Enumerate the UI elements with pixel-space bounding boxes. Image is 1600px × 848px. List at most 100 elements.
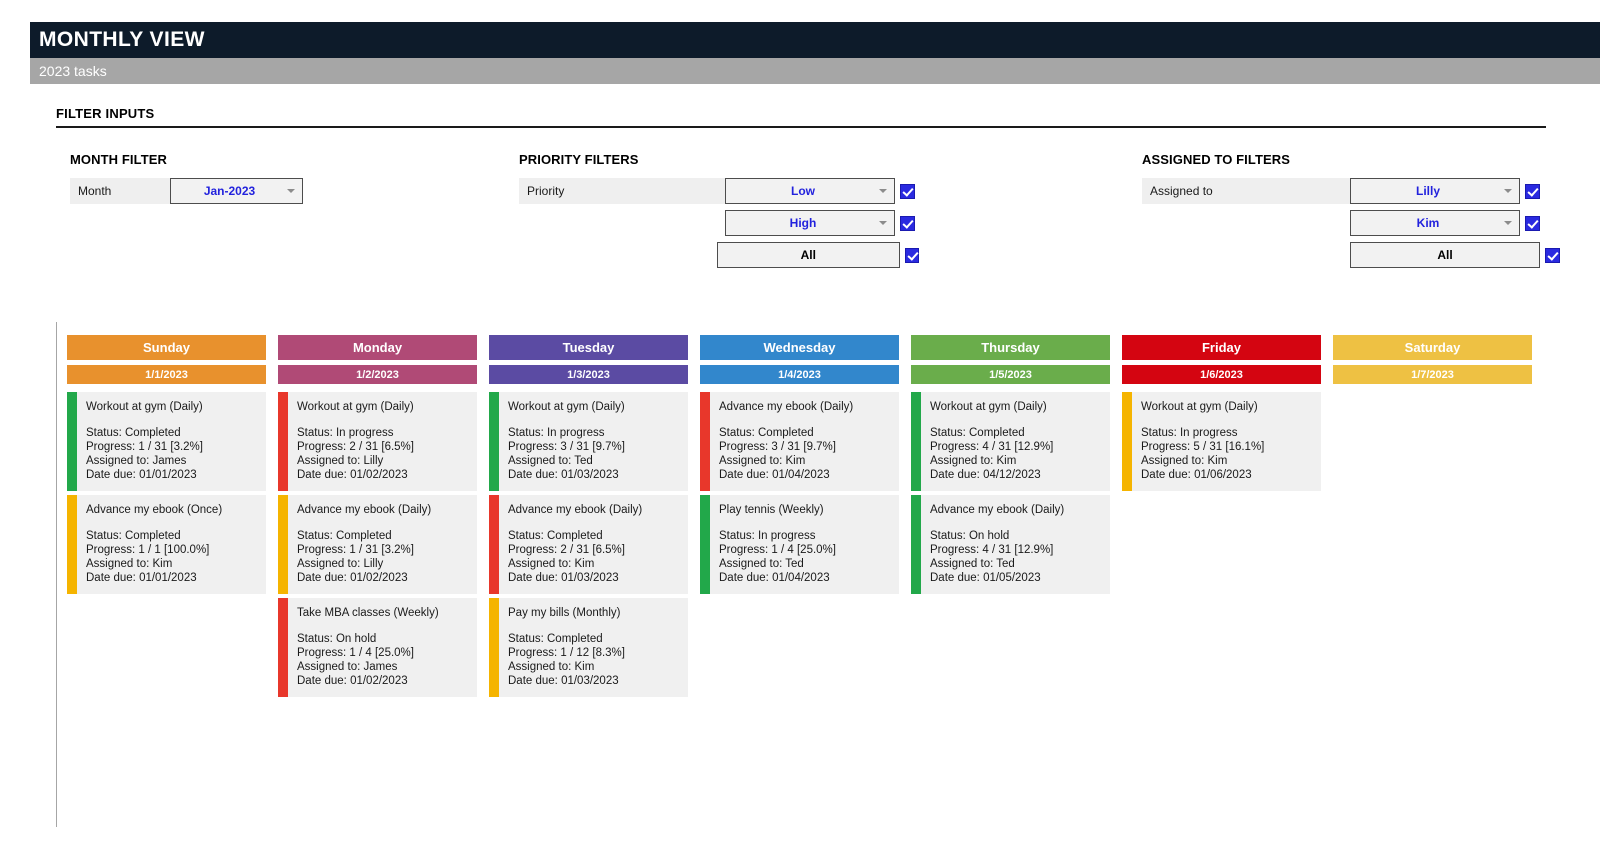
priority-filter-spacer <box>519 210 725 236</box>
task-card[interactable]: Workout at gym (Daily) Status: In progres… <box>1122 392 1321 491</box>
task-status-accent-bar <box>911 392 921 491</box>
task-status: Status: Completed <box>297 529 392 542</box>
task-progress: Progress: 2 / 31 [6.5%] <box>297 440 414 453</box>
assigned-filter-dropdown-2[interactable]: Kim <box>1350 210 1520 236</box>
task-status: Status: Completed <box>86 529 181 542</box>
task-assignee: Assigned to: James <box>297 660 398 673</box>
task-card-body: Workout at gym (Daily) Status: In progres… <box>499 392 688 491</box>
task-assignee: Assigned to: Ted <box>719 557 804 570</box>
task-progress: Progress: 1 / 31 [3.2%] <box>297 543 414 556</box>
day-name-header: Monday <box>278 335 477 360</box>
task-due-date: Date due: 01/04/2023 <box>719 572 830 585</box>
month-filter-dropdown[interactable]: Jan-2023 <box>170 178 303 204</box>
month-filter-group: MONTH FILTER Month Jan-2023 <box>70 152 370 210</box>
task-assignee: Assigned to: Kim <box>86 557 173 570</box>
task-status: Status: On hold <box>297 632 377 645</box>
task-status: Status: Completed <box>86 426 181 439</box>
priority-filter-checkbox-2[interactable] <box>900 215 915 231</box>
task-assignee: Assigned to: Kim <box>719 454 806 467</box>
filter-inputs-divider <box>56 126 1546 128</box>
day-date-header: 1/1/2023 <box>67 365 266 384</box>
task-card-list: Workout at gym (Daily) Status: Completed P… <box>67 392 266 594</box>
task-card[interactable]: Take MBA classes (Weekly) Status: On hold… <box>278 598 477 697</box>
priority-filter-checkbox-3[interactable] <box>904 247 920 263</box>
app-title-banner: MONTHLY VIEW <box>30 22 1600 58</box>
task-status-accent-bar <box>278 598 288 697</box>
task-status: Status: On hold <box>930 529 1010 542</box>
task-status-accent-bar <box>67 392 77 491</box>
task-due-date: Date due: 01/02/2023 <box>297 469 408 482</box>
day-date-header: 1/5/2023 <box>911 365 1110 384</box>
assigned-filter-dropdown-3[interactable]: All <box>1350 242 1540 268</box>
day-name-header: Sunday <box>67 335 266 360</box>
task-card-body: Advance my ebook (Once) Status: Completed… <box>77 495 266 594</box>
task-card-body: Take MBA classes (Weekly) Status: On hold… <box>288 598 477 697</box>
task-status-accent-bar <box>67 495 77 594</box>
task-progress: Progress: 1 / 4 [25.0%] <box>297 646 414 659</box>
task-card-body: Play tennis (Weekly) Status: In progress P… <box>710 495 899 594</box>
task-card-list: Workout at gym (Daily) Status: In progres… <box>1122 392 1321 491</box>
task-card[interactable]: Advance my ebook (Daily) Status: Complete… <box>700 392 899 491</box>
task-card-body: Advance my ebook (Daily) Status: Complete… <box>710 392 899 491</box>
assigned-filter-spacer <box>1142 210 1350 236</box>
task-card[interactable]: Workout at gym (Daily) Status: Completed P… <box>911 392 1110 491</box>
task-status: Status: In progress <box>719 529 816 542</box>
assigned-filter-checkbox-3[interactable] <box>1545 247 1560 263</box>
filter-inputs-section: FILTER INPUTS <box>56 106 1546 128</box>
task-card[interactable]: Advance my ebook (Daily) Status: On hold P… <box>911 495 1110 594</box>
assigned-filter-checkbox-2[interactable] <box>1525 215 1540 231</box>
assigned-filter-label: Assigned to <box>1142 178 1350 204</box>
task-due-date: Date due: 01/01/2023 <box>86 572 197 585</box>
task-card[interactable]: Workout at gym (Daily) Status: In progres… <box>278 392 477 491</box>
task-card[interactable]: Advance my ebook (Daily) Status: Complete… <box>489 495 688 594</box>
assigned-filter-dropdown-1[interactable]: Lilly <box>1350 178 1520 204</box>
assigned-filter-checkbox-1[interactable] <box>1525 183 1540 199</box>
day-column-wednesday: Wednesday 1/4/2023 Advance my ebook (Daily… <box>700 335 899 701</box>
task-due-date: Date due: 01/03/2023 <box>508 675 619 688</box>
task-status-accent-bar <box>911 495 921 594</box>
task-due-date: Date due: 01/01/2023 <box>86 469 197 482</box>
task-status-accent-bar <box>1122 392 1132 491</box>
task-status-accent-bar <box>700 392 710 491</box>
task-card[interactable]: Pay my bills (Monthly) Status: Completed P… <box>489 598 688 697</box>
task-status: Status: Completed <box>508 632 603 645</box>
page-subtitle: 2023 tasks <box>39 63 107 79</box>
task-card[interactable]: Play tennis (Weekly) Status: In progress P… <box>700 495 899 594</box>
day-date-header: 1/3/2023 <box>489 365 688 384</box>
assigned-filter-title: ASSIGNED TO FILTERS <box>1142 152 1291 167</box>
task-title: Play tennis (Weekly) <box>719 504 824 516</box>
task-assignee: Assigned to: Kim <box>508 557 595 570</box>
task-status: Status: Completed <box>719 426 814 439</box>
calendar-week-grid: Sunday 1/1/2023 Workout at gym (Daily) Stat… <box>67 335 1577 701</box>
month-filter-value: Jan-2023 <box>203 184 256 198</box>
task-card[interactable]: Advance my ebook (Daily) Status: Complete… <box>278 495 477 594</box>
task-due-date: Date due: 01/05/2023 <box>930 572 1041 585</box>
task-title: Advance my ebook (Daily) <box>508 504 643 516</box>
priority-filter-dropdown-2[interactable]: High <box>725 210 895 236</box>
task-assignee: Assigned to: Kim <box>930 454 1017 467</box>
page-title: MONTHLY VIEW <box>39 28 205 51</box>
task-progress: Progress: 1 / 1 [100.0%] <box>86 543 210 556</box>
task-assignee: Assigned to: Ted <box>508 454 593 467</box>
priority-filter-dropdown-1[interactable]: Low <box>725 178 895 204</box>
task-title: Advance my ebook (Daily) <box>297 504 432 516</box>
assigned-filter-group: ASSIGNED TO FILTERS Assigned to Lilly Ki… <box>1142 152 1562 274</box>
task-card[interactable]: Advance my ebook (Once) Status: Completed… <box>67 495 266 594</box>
task-progress: Progress: 5 / 31 [16.1%] <box>1141 440 1265 453</box>
task-card[interactable]: Workout at gym (Daily) Status: In progres… <box>489 392 688 491</box>
task-due-date: Date due: 01/02/2023 <box>297 572 408 585</box>
task-status: Status: In progress <box>508 426 605 439</box>
priority-filter-dropdown-3[interactable]: All <box>717 242 900 268</box>
priority-filter-label: Priority <box>519 178 725 204</box>
task-title: Advance my ebook (Daily) <box>719 401 854 413</box>
task-title: Workout at gym (Daily) <box>1141 401 1258 413</box>
task-due-date: Date due: 04/12/2023 <box>930 469 1041 482</box>
task-assignee: Assigned to: Kim <box>508 660 595 673</box>
task-card-body: Pay my bills (Monthly) Status: Completed P… <box>499 598 688 697</box>
chevron-down-icon <box>879 189 887 193</box>
priority-filter-group: PRIORITY FILTERS Priority Low High All <box>519 152 920 274</box>
task-card[interactable]: Workout at gym (Daily) Status: Completed P… <box>67 392 266 491</box>
chevron-down-icon <box>879 221 887 225</box>
priority-filter-checkbox-1[interactable] <box>900 183 915 199</box>
task-assignee: Assigned to: Ted <box>930 557 1015 570</box>
